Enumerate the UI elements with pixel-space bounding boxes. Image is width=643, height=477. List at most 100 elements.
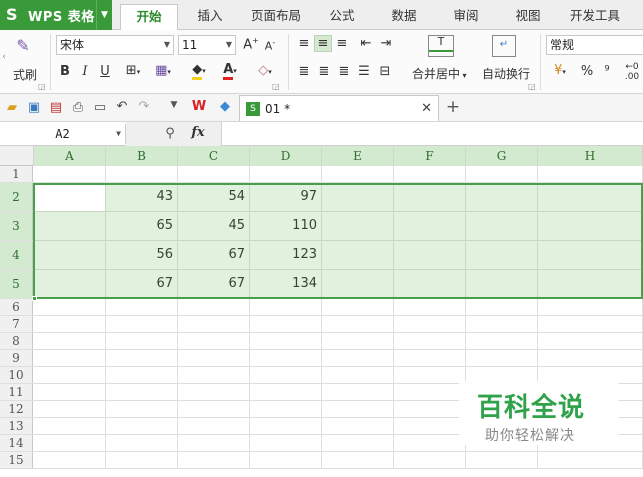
- cell-c5[interactable]: 67: [178, 270, 250, 298]
- align-left-icon[interactable]: ≣: [296, 64, 312, 79]
- cell-c3[interactable]: 45: [178, 212, 250, 240]
- thousands-separator-icon[interactable]: ⁹: [600, 64, 614, 79]
- cell-c8[interactable]: [178, 333, 250, 349]
- cell-e15[interactable]: [322, 452, 394, 468]
- cell-d10[interactable]: [250, 367, 322, 383]
- column-header-e[interactable]: E: [322, 146, 394, 166]
- app-menu-dropdown-icon[interactable]: ▼: [96, 0, 112, 30]
- cell-g2[interactable]: [466, 183, 538, 211]
- cell-e5[interactable]: [322, 270, 394, 298]
- cell-c2[interactable]: 54: [178, 183, 250, 211]
- print-icon[interactable]: ⎙: [70, 100, 86, 115]
- print-preview-icon[interactable]: ▭: [92, 100, 108, 115]
- number-format-select[interactable]: 常规: [546, 35, 643, 55]
- select-all-corner[interactable]: [0, 146, 34, 166]
- cell-d5[interactable]: 134: [250, 270, 322, 298]
- wrap-text-button[interactable]: 自动换行: [482, 65, 530, 82]
- cell-c9[interactable]: [178, 350, 250, 366]
- cell-a1[interactable]: [34, 166, 106, 182]
- cell-d2[interactable]: 97: [250, 183, 322, 211]
- redo-icon[interactable]: ↷: [136, 99, 152, 114]
- cell-h15[interactable]: [538, 452, 643, 468]
- cell-e11[interactable]: [322, 384, 394, 400]
- increase-font-icon[interactable]: A+: [242, 36, 260, 52]
- cell-c14[interactable]: [178, 435, 250, 451]
- row-header-3[interactable]: 3: [0, 212, 33, 240]
- tab-home[interactable]: 开始: [120, 4, 178, 31]
- cell-e6[interactable]: [322, 299, 394, 315]
- cell-e2[interactable]: [322, 183, 394, 211]
- italic-icon[interactable]: I: [78, 64, 92, 79]
- cell-c10[interactable]: [178, 367, 250, 383]
- percent-button[interactable]: %: [580, 64, 594, 79]
- merge-center-button[interactable]: 合并居中 ▾: [412, 65, 467, 82]
- cell-h1[interactable]: [538, 166, 643, 182]
- cell-c11[interactable]: [178, 384, 250, 400]
- quick-access-dropdown-icon[interactable]: ▼: [166, 100, 182, 110]
- bold-icon[interactable]: B: [58, 64, 72, 79]
- cell-d14[interactable]: [250, 435, 322, 451]
- cell-e14[interactable]: [322, 435, 394, 451]
- cell-f3[interactable]: [394, 212, 466, 240]
- cell-d3[interactable]: 110: [250, 212, 322, 240]
- cell-e7[interactable]: [322, 316, 394, 332]
- cell-a8[interactable]: [34, 333, 106, 349]
- font-color-icon[interactable]: A▾: [216, 62, 244, 80]
- zoom-search-icon[interactable]: ⚲: [162, 126, 178, 141]
- clear-format-icon[interactable]: ◇▾: [252, 63, 278, 78]
- cell-b2[interactable]: 43: [106, 183, 178, 211]
- cell-g4[interactable]: [466, 241, 538, 269]
- cell-b3[interactable]: 65: [106, 212, 178, 240]
- clipboard-launcher-icon[interactable]: ◲: [38, 82, 46, 91]
- cell-a13[interactable]: [34, 418, 106, 434]
- tab-review[interactable]: 审阅: [440, 4, 492, 30]
- cell-f12[interactable]: [394, 401, 466, 417]
- cell-b9[interactable]: [106, 350, 178, 366]
- fill-color-icon[interactable]: ◆▾: [186, 62, 212, 80]
- cell-a4[interactable]: [34, 241, 106, 269]
- cell-d1[interactable]: [250, 166, 322, 182]
- tab-formulas[interactable]: 公式: [316, 4, 368, 30]
- cell-f11[interactable]: [394, 384, 466, 400]
- tab-insert[interactable]: 插入: [182, 4, 238, 30]
- row-header-6[interactable]: 6: [0, 299, 33, 315]
- cell-h8[interactable]: [538, 333, 643, 349]
- cell-b8[interactable]: [106, 333, 178, 349]
- cell-h7[interactable]: [538, 316, 643, 332]
- fill-handle[interactable]: [32, 296, 37, 301]
- font-name-select[interactable]: 宋体 ▼: [56, 35, 174, 55]
- cell-c1[interactable]: [178, 166, 250, 182]
- cell-d11[interactable]: [250, 384, 322, 400]
- justify-icon[interactable]: ☰: [356, 64, 372, 79]
- cell-c15[interactable]: [178, 452, 250, 468]
- row-header-10[interactable]: 10: [0, 367, 33, 383]
- cell-a10[interactable]: [34, 367, 106, 383]
- row-header-13[interactable]: 13: [0, 418, 33, 434]
- cell-g6[interactable]: [466, 299, 538, 315]
- increase-decimal-icon[interactable]: ←0.00: [622, 62, 642, 82]
- formula-input[interactable]: [223, 122, 643, 146]
- cell-e3[interactable]: [322, 212, 394, 240]
- cell-e13[interactable]: [322, 418, 394, 434]
- cell-g5[interactable]: [466, 270, 538, 298]
- align-right-icon[interactable]: ≣: [336, 64, 352, 79]
- undo-icon[interactable]: ↶: [114, 99, 130, 114]
- cell-f5[interactable]: [394, 270, 466, 298]
- cell-f14[interactable]: [394, 435, 466, 451]
- save-icon[interactable]: ▣: [26, 100, 42, 115]
- cell-d8[interactable]: [250, 333, 322, 349]
- row-header-7[interactable]: 7: [0, 316, 33, 332]
- row-header-11[interactable]: 11: [0, 384, 33, 400]
- row-header-15[interactable]: 15: [0, 452, 33, 468]
- decrease-font-icon[interactable]: A-: [262, 38, 278, 53]
- outdent-icon[interactable]: ⇤: [358, 36, 374, 51]
- row-header-14[interactable]: 14: [0, 435, 33, 451]
- font-size-select[interactable]: 11 ▼: [178, 35, 236, 55]
- cell-f8[interactable]: [394, 333, 466, 349]
- cell-a15[interactable]: [34, 452, 106, 468]
- cell-f15[interactable]: [394, 452, 466, 468]
- wps-cloud-icon[interactable]: W: [190, 99, 208, 114]
- document-tab[interactable]: S 01 * ✕: [239, 95, 439, 121]
- column-header-c[interactable]: C: [178, 146, 250, 166]
- cell-a11[interactable]: [34, 384, 106, 400]
